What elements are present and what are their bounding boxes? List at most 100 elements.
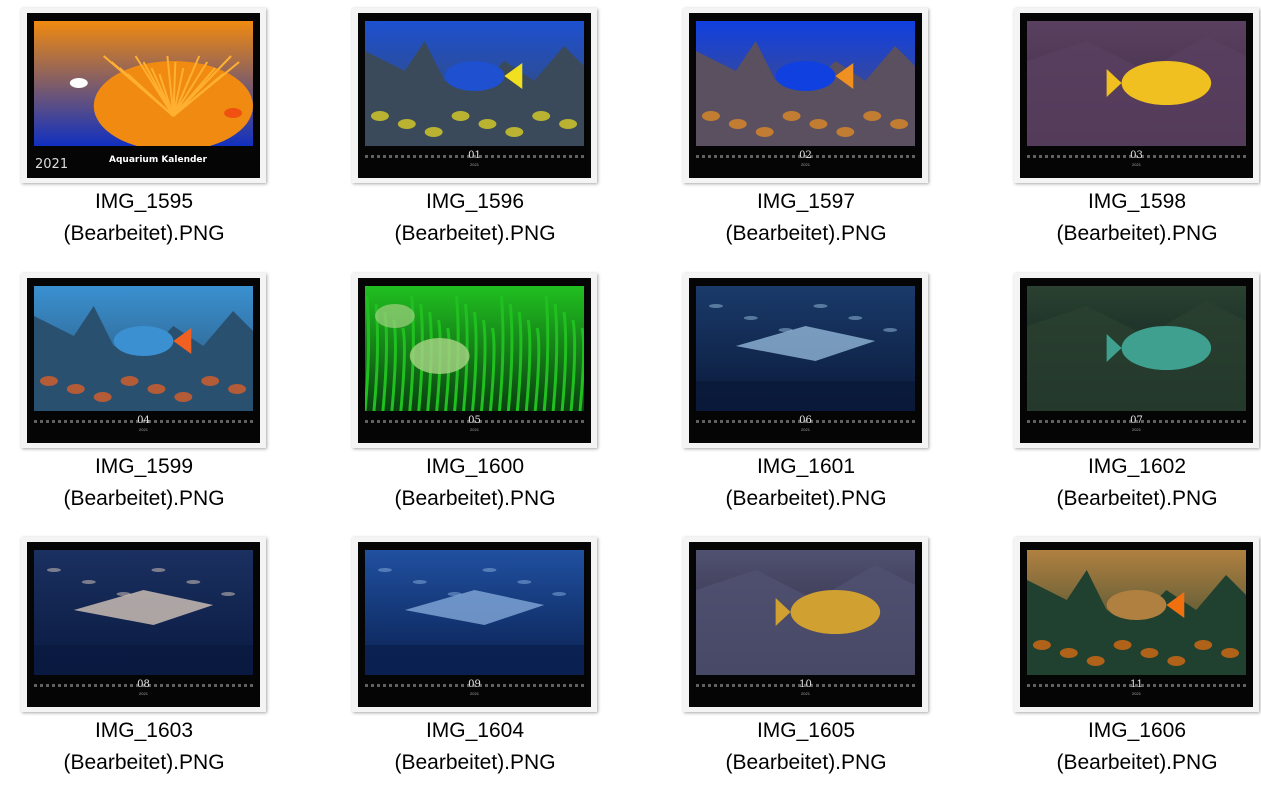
- file-name[interactable]: IMG_1601 (Bearbeitet).PNG: [676, 451, 936, 515]
- file-thumbnail[interactable]: 03 2021: [1014, 8, 1259, 183]
- calendar-year: 2021: [801, 162, 810, 167]
- file-name[interactable]: IMG_1600 (Bearbeitet).PNG: [345, 451, 605, 515]
- file-thumbnail[interactable]: 09 2021: [352, 537, 597, 712]
- calendar-year: 2021: [1132, 427, 1141, 432]
- file-name-line: (Bearbeitet).PNG: [1056, 222, 1218, 245]
- cover-year: 2021: [35, 157, 69, 172]
- file-name[interactable]: IMG_1599 (Bearbeitet).PNG: [14, 451, 274, 515]
- file-name-line: IMG_1602: [1087, 455, 1187, 478]
- calendar-month: 10: [799, 679, 812, 690]
- calendar-strip: 02 2021: [696, 150, 915, 172]
- file-name-line: (Bearbeitet).PNG: [63, 222, 225, 245]
- calendar-page: 07 2021: [1020, 278, 1253, 443]
- file-thumbnail[interactable]: 04 2021: [21, 273, 266, 448]
- file-thumbnail[interactable]: 06 2021: [683, 273, 928, 448]
- calendar-year: 2021: [139, 427, 148, 432]
- file-name-line: (Bearbeitet).PNG: [394, 487, 556, 510]
- file-name[interactable]: IMG_1595 (Bearbeitet).PNG: [14, 186, 274, 250]
- calendar-page: 08 2021: [27, 542, 260, 707]
- file-name-line: (Bearbeitet).PNG: [1056, 751, 1218, 774]
- file-name[interactable]: IMG_1602 (Bearbeitet).PNG: [1007, 451, 1261, 515]
- file-name[interactable]: IMG_1605 (Bearbeitet).PNG: [676, 715, 936, 779]
- file-name[interactable]: IMG_1596 (Bearbeitet).PNG: [345, 186, 605, 250]
- calendar-strip: 03 2021: [1027, 150, 1246, 172]
- file-name-line: IMG_1596: [425, 190, 525, 213]
- calendar-month: 05: [468, 415, 481, 426]
- file-item[interactable]: 01 2021 IMG_1596 (Bearbeitet).PNG: [307, 0, 597, 262]
- aquarium-photo: [34, 286, 253, 411]
- aquarium-photo: [1027, 286, 1246, 411]
- file-item[interactable]: 08 2021 IMG_1603 (Bearbeitet).PNG: [0, 529, 266, 791]
- file-grid: 2021 Aquarium Kalender IMG_1595 (Bearbeitet…: [0, 0, 1261, 788]
- calendar-year: 2021: [470, 162, 479, 167]
- file-item[interactable]: 2021 Aquarium Kalender IMG_1595 (Bearbeitet…: [0, 0, 266, 262]
- calendar-strip: 11 2021: [1027, 679, 1246, 701]
- calendar-strip: 04 2021: [34, 415, 253, 437]
- calendar-page: 02 2021: [689, 13, 922, 178]
- calendar-page: 06 2021: [689, 278, 922, 443]
- file-item[interactable]: 05 2021 IMG_1600 (Bearbeitet).PNG: [307, 265, 597, 527]
- calendar-year: 2021: [139, 691, 148, 696]
- aquarium-photo: [365, 550, 584, 675]
- calendar-year: 2021: [1132, 162, 1141, 167]
- calendar-month: 06: [799, 415, 812, 426]
- calendar-month: 01: [468, 150, 481, 161]
- calendar-year: 2021: [470, 691, 479, 696]
- file-name[interactable]: IMG_1606 (Bearbeitet).PNG: [1007, 715, 1261, 779]
- file-name[interactable]: IMG_1597 (Bearbeitet).PNG: [676, 186, 936, 250]
- file-item[interactable]: 06 2021 IMG_1601 (Bearbeitet).PNG: [638, 265, 928, 527]
- file-item[interactable]: 11 2021 IMG_1606 (Bearbeitet).PNG: [969, 529, 1259, 791]
- aquarium-photo: [34, 550, 253, 675]
- file-item[interactable]: 10 2021 IMG_1605 (Bearbeitet).PNG: [638, 529, 928, 791]
- file-item[interactable]: 03 2021 IMG_1598 (Bearbeitet).PNG: [969, 0, 1259, 262]
- calendar-page: 03 2021: [1020, 13, 1253, 178]
- file-name-line: (Bearbeitet).PNG: [725, 222, 887, 245]
- file-thumbnail[interactable]: 11 2021: [1014, 537, 1259, 712]
- file-thumbnail[interactable]: 05 2021: [352, 273, 597, 448]
- file-thumbnail[interactable]: 08 2021: [21, 537, 266, 712]
- calendar-page: 01 2021: [358, 13, 591, 178]
- calendar-month: 02: [799, 150, 812, 161]
- file-name[interactable]: IMG_1603 (Bearbeitet).PNG: [14, 715, 274, 779]
- calendar-strip: 05 2021: [365, 415, 584, 437]
- calendar-year: 2021: [470, 427, 479, 432]
- aquarium-photo: [696, 286, 915, 411]
- file-name-line: IMG_1603: [94, 719, 194, 742]
- file-name[interactable]: IMG_1598 (Bearbeitet).PNG: [1007, 186, 1261, 250]
- file-thumbnail[interactable]: 02 2021: [683, 8, 928, 183]
- file-name-line: IMG_1600: [425, 455, 525, 478]
- file-name-line: (Bearbeitet).PNG: [394, 222, 556, 245]
- file-item[interactable]: 04 2021 IMG_1599 (Bearbeitet).PNG: [0, 265, 266, 527]
- calendar-strip: 08 2021: [34, 679, 253, 701]
- file-name-line: IMG_1606: [1087, 719, 1187, 742]
- file-item[interactable]: 02 2021 IMG_1597 (Bearbeitet).PNG: [638, 0, 928, 262]
- file-thumbnail[interactable]: 2021 Aquarium Kalender: [21, 8, 266, 183]
- calendar-page: 04 2021: [27, 278, 260, 443]
- cover-title: Aquarium Kalender: [109, 155, 207, 165]
- file-name-line: IMG_1604: [425, 719, 525, 742]
- calendar-page: 11 2021: [1020, 542, 1253, 707]
- aquarium-photo: [696, 550, 915, 675]
- calendar-strip: 10 2021: [696, 679, 915, 701]
- aquarium-photo: [1027, 21, 1246, 146]
- calendar-month: 11: [1130, 679, 1143, 690]
- calendar-page: 10 2021: [689, 542, 922, 707]
- aquarium-photo: [696, 21, 915, 146]
- file-item[interactable]: 09 2021 IMG_1604 (Bearbeitet).PNG: [307, 529, 597, 791]
- file-name-line: (Bearbeitet).PNG: [725, 487, 887, 510]
- file-item[interactable]: 07 2021 IMG_1602 (Bearbeitet).PNG: [969, 265, 1259, 527]
- aquarium-photo: [34, 21, 253, 146]
- file-thumbnail[interactable]: 07 2021: [1014, 273, 1259, 448]
- calendar-strip: 06 2021: [696, 415, 915, 437]
- file-thumbnail[interactable]: 01 2021: [352, 8, 597, 183]
- calendar-strip: 01 2021: [365, 150, 584, 172]
- calendar-strip: 09 2021: [365, 679, 584, 701]
- file-name-line: IMG_1605: [756, 719, 856, 742]
- file-name[interactable]: IMG_1604 (Bearbeitet).PNG: [345, 715, 605, 779]
- file-name-line: IMG_1599: [94, 455, 194, 478]
- aquarium-photo: [365, 286, 584, 411]
- file-name-line: IMG_1595: [94, 190, 194, 213]
- file-name-line: IMG_1597: [756, 190, 856, 213]
- file-name-line: (Bearbeitet).PNG: [725, 751, 887, 774]
- file-thumbnail[interactable]: 10 2021: [683, 537, 928, 712]
